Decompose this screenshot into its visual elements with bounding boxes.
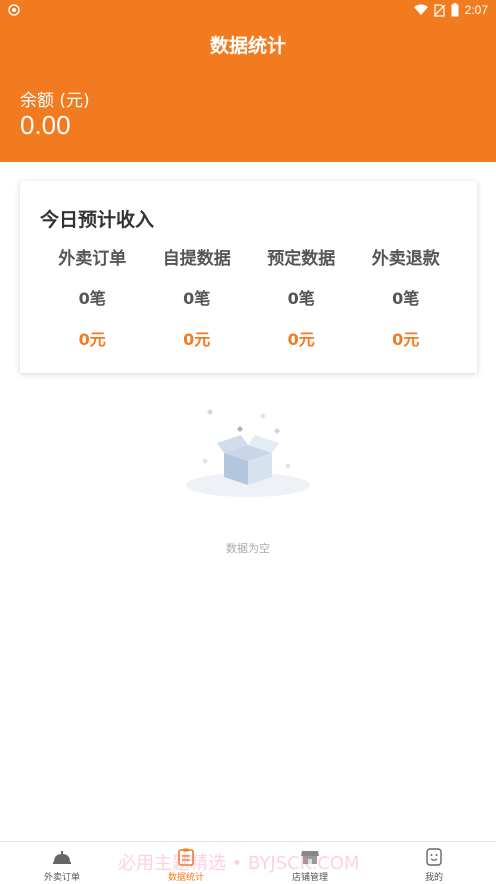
bottom-tabbar: 外卖订单 数据统计 店铺管理 我的 (0, 841, 496, 884)
column-count: 0笔 (287, 289, 315, 308)
store-icon (301, 851, 319, 864)
tab-label: 数据统计 (167, 873, 204, 883)
empty-state-text: 数据为空 (226, 542, 270, 555)
tab-label: 店铺管理 (291, 873, 328, 883)
column-amount: 0元 (183, 330, 211, 349)
column-count: 0笔 (183, 289, 211, 308)
balance-value: 0.00 (20, 110, 71, 140)
income-card: 今日预计收入 外卖订单 0笔 0元 自提数据 0笔 0元 预定数据 0笔 0元 … (20, 181, 477, 373)
balance-label: 余额 (元) (20, 91, 90, 111)
clipboard-icon (178, 848, 194, 866)
clock: 2:07 (464, 3, 488, 17)
income-column-pickup[interactable]: 自提数据 0笔 0元 (145, 247, 250, 352)
page-title: 数据统计 (209, 35, 286, 57)
app-notification-icon (8, 4, 20, 16)
column-amount: 0元 (392, 330, 420, 349)
column-name: 外卖退款 (371, 249, 440, 269)
income-column-refund[interactable]: 外卖退款 0笔 0元 (354, 247, 459, 352)
face-icon (426, 848, 442, 866)
status-bar: 2:07 (0, 0, 496, 20)
tab-mine[interactable]: 我的 (372, 842, 496, 884)
header: 2:07 数据统计 余额 (元) 0.00 (0, 0, 496, 162)
tab-label: 外卖订单 (43, 873, 80, 883)
column-name: 外卖订单 (58, 249, 127, 269)
tab-store-management[interactable]: 店铺管理 (248, 842, 372, 884)
income-column-reservation[interactable]: 预定数据 0笔 0元 (249, 247, 354, 352)
cloche-icon (53, 851, 71, 864)
income-columns: 外卖订单 0笔 0元 自提数据 0笔 0元 预定数据 0笔 0元 外卖退款 0笔… (40, 247, 458, 352)
column-amount: 0元 (78, 330, 106, 349)
tab-statistics[interactable]: 数据统计 (124, 842, 248, 884)
wifi-icon (413, 4, 428, 15)
column-name: 预定数据 (267, 249, 336, 269)
no-sim-icon (433, 3, 445, 17)
status-icons: 2:07 (413, 2, 488, 18)
income-column-delivery[interactable]: 外卖订单 0笔 0元 (40, 247, 145, 352)
tab-label: 我的 (424, 873, 443, 883)
battery-icon (451, 3, 459, 17)
income-card-title: 今日预计收入 (40, 209, 155, 231)
tab-delivery-orders[interactable]: 外卖订单 (0, 842, 124, 884)
column-amount: 0元 (287, 330, 315, 349)
column-count: 0笔 (392, 289, 420, 308)
column-count: 0笔 (78, 289, 106, 308)
column-name: 自提数据 (162, 249, 231, 269)
empty-box-icon (186, 409, 310, 497)
